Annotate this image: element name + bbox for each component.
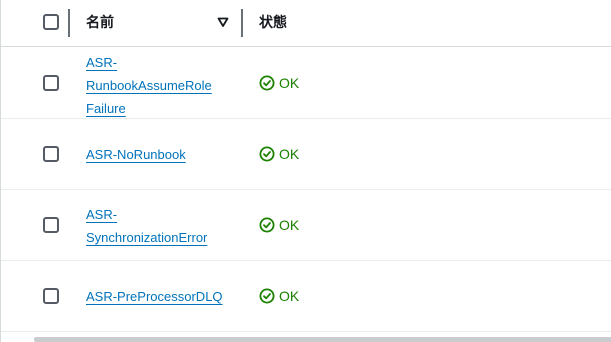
alarm-name-link[interactable]: ASR-NoRunbook — [86, 143, 226, 166]
status-text: OK — [279, 217, 300, 233]
row-checkbox[interactable] — [43, 217, 59, 233]
alarm-name-link[interactable]: ASR- SynchronizationError — [86, 203, 226, 249]
table-row: ASR- RunbookAssumeRole Failure OK — [1, 48, 611, 119]
alarm-name-link[interactable]: ASR- RunbookAssumeRole Failure — [86, 51, 226, 120]
table-row: ASR-PreProcessorDLQ OK — [1, 261, 611, 332]
status-cell: OK — [259, 216, 299, 234]
table-row: ASR- SynchronizationError OK — [1, 190, 611, 261]
status-cell: OK — [259, 145, 299, 163]
column-header-name[interactable]: 名前 — [86, 13, 114, 31]
check-circle-icon — [259, 288, 275, 304]
column-divider — [68, 9, 70, 37]
alarms-table: 名前 状態 ASR- RunbookAssumeRole Failure OK … — [0, 0, 611, 342]
check-circle-icon — [259, 75, 275, 91]
status-text: OK — [279, 75, 300, 91]
horizontal-scrollbar-thumb[interactable] — [34, 337, 611, 342]
column-header-status[interactable]: 状態 — [259, 13, 287, 31]
status-text: OK — [279, 288, 300, 304]
status-text: OK — [279, 146, 300, 162]
select-all-checkbox[interactable] — [43, 14, 59, 30]
status-cell: OK — [259, 287, 299, 305]
status-cell: OK — [259, 74, 299, 92]
row-checkbox[interactable] — [43, 146, 59, 162]
row-checkbox[interactable] — [43, 288, 59, 304]
caret-down-icon[interactable] — [217, 16, 229, 28]
table-header: 名前 状態 — [1, 0, 611, 47]
check-circle-icon — [259, 217, 275, 233]
row-checkbox[interactable] — [43, 75, 59, 91]
column-resizer[interactable] — [241, 9, 243, 37]
alarm-name-link[interactable]: ASR-PreProcessorDLQ — [86, 285, 226, 308]
table-row: ASR-NoRunbook OK — [1, 119, 611, 190]
check-circle-icon — [259, 146, 275, 162]
